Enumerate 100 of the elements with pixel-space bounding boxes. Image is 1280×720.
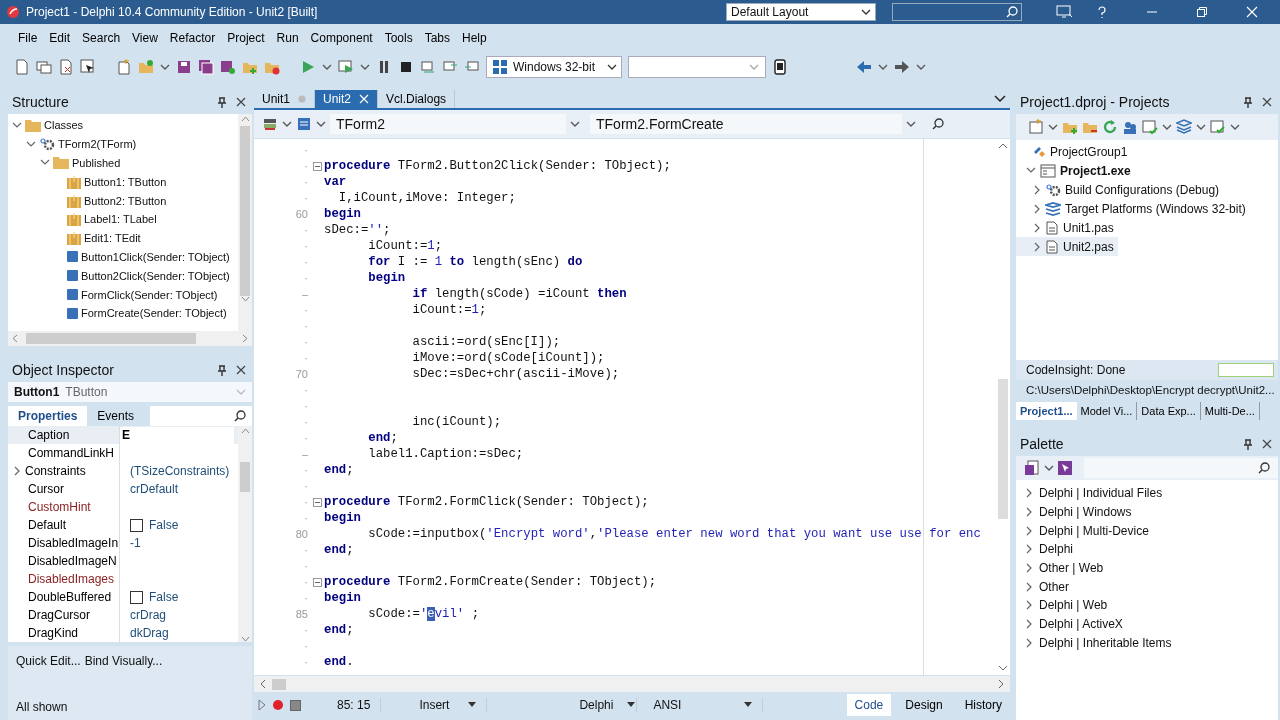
chevron-down-icon[interactable] [861, 8, 871, 16]
checklist-icon[interactable] [1210, 119, 1226, 135]
fold-icon[interactable] [312, 577, 322, 587]
tab[interactable]: History [956, 694, 1010, 716]
chevron-down-icon[interactable] [916, 63, 926, 71]
palette-category[interactable]: Delphi | Inheritable Items [1016, 633, 1278, 653]
palette-category[interactable]: Delphi | Windows [1016, 502, 1278, 522]
checkbox[interactable] [130, 518, 143, 532]
chevron-right-icon[interactable] [1034, 184, 1041, 195]
tab[interactable]: Multi-De... [1200, 402, 1260, 420]
chevron-right-icon[interactable] [1026, 525, 1033, 536]
chevron-down-icon[interactable] [994, 95, 1006, 103]
link[interactable]: Quick Edit... [16, 654, 81, 668]
chevron-right-icon[interactable] [1026, 544, 1033, 555]
close-icon[interactable] [1262, 97, 1272, 107]
tree-item[interactable]: TForm2(TForm) [8, 134, 141, 154]
palette-category[interactable]: Other | Web [1016, 558, 1278, 578]
help-icon[interactable] [1096, 6, 1108, 18]
chevron-down-icon[interactable] [26, 140, 36, 148]
open-project-icon[interactable] [220, 59, 236, 75]
chevron-down-icon[interactable] [360, 63, 370, 71]
chevron-right-icon[interactable] [1026, 581, 1033, 592]
chevron-right-icon[interactable] [1026, 563, 1033, 574]
refresh-icon[interactable] [1102, 119, 1118, 135]
new-file-icon[interactable] [14, 59, 30, 75]
chevron-down-icon[interactable] [316, 120, 326, 128]
scroll-thumb[interactable] [26, 333, 196, 344]
method-dropdown[interactable]: TForm2.FormCreate [590, 114, 902, 134]
layout-dropdown[interactable]: Default Layout [726, 3, 876, 21]
tree-item[interactable]: FormCreate(Sender: TObject) [8, 303, 231, 323]
tree-item[interactable]: Button1Click(Sender: TObject) [8, 247, 234, 267]
chevron-right-icon[interactable] [1026, 637, 1033, 648]
fold-icon[interactable] [312, 161, 322, 171]
close-icon[interactable] [236, 97, 246, 107]
chevron-down-icon[interactable] [607, 63, 618, 71]
form-icon[interactable] [296, 116, 312, 132]
palette-category[interactable]: Delphi [1016, 540, 1278, 559]
platform-dropdown[interactable]: Windows 32-bit [486, 56, 622, 78]
tab[interactable]: Data Exp... [1137, 402, 1201, 420]
tree-item[interactable]: Target Platforms (Windows 32-bit) [1016, 199, 1250, 218]
menu-item[interactable]: Component [304, 31, 379, 45]
search-icon[interactable] [1258, 462, 1270, 474]
menu-item[interactable]: View [126, 31, 164, 45]
status-dropdown[interactable]: ANSI [643, 698, 764, 712]
search-icon[interactable] [932, 118, 944, 130]
run-without-debugging-icon[interactable] [338, 59, 354, 75]
chevron-down-icon[interactable] [1044, 464, 1054, 472]
status-dropdown[interactable]: Delphi [569, 698, 638, 712]
chevron-down-icon[interactable] [1162, 123, 1172, 131]
record-icon[interactable] [272, 699, 284, 711]
chevron-down-icon[interactable] [12, 121, 22, 129]
deploy-icon[interactable] [1056, 5, 1074, 19]
tree-item[interactable]: FormClick(Sender: TObject) [8, 285, 222, 304]
pin-icon[interactable] [218, 96, 226, 108]
layers-icon[interactable] [1176, 119, 1192, 135]
palette-icon[interactable] [1024, 460, 1040, 476]
chevron-down-icon[interactable] [570, 120, 580, 128]
save-all-icon[interactable] [198, 59, 214, 75]
close-icon[interactable] [236, 365, 246, 375]
fold-icon[interactable] [312, 497, 322, 507]
users-icon[interactable] [1122, 119, 1138, 135]
chevron-down-icon[interactable] [322, 63, 332, 71]
pin-icon[interactable] [1244, 438, 1252, 450]
search-field[interactable] [1084, 458, 1278, 478]
chevron-down-icon[interactable] [1048, 123, 1058, 131]
menu-item[interactable]: Tabs [418, 31, 456, 45]
chevron-right-icon[interactable] [1026, 507, 1033, 518]
tab[interactable]: Project1... [1016, 402, 1077, 420]
pointer-icon[interactable] [1058, 461, 1072, 475]
chevron-down-icon[interactable] [878, 63, 888, 71]
tree-item[interactable]: Published [8, 153, 125, 173]
scroll-down-icon[interactable] [240, 636, 250, 642]
chevron-right-icon[interactable] [1034, 203, 1041, 214]
menu-item[interactable]: Refactor [163, 31, 222, 45]
value-field[interactable]: E [122, 428, 130, 442]
scroll-thumb[interactable] [272, 678, 286, 690]
palette-category[interactable]: Delphi | ActiveX [1016, 614, 1278, 634]
windows-icon[interactable] [36, 59, 52, 75]
palette-category[interactable]: Delphi | Multi-Device [1016, 521, 1278, 541]
chevron-right-icon[interactable] [1026, 600, 1033, 611]
tab[interactable]: Events [87, 406, 145, 426]
menu-item[interactable]: Tools [378, 31, 419, 45]
search-icon[interactable] [234, 410, 246, 422]
menu-item[interactable]: Edit [43, 31, 77, 45]
tab[interactable]: Vcl.Dialogs [378, 90, 456, 108]
checkbox[interactable] [130, 590, 143, 604]
menu-item[interactable]: Run [270, 31, 305, 45]
device-icon[interactable] [772, 59, 788, 75]
components-icon[interactable] [262, 116, 278, 132]
chevron-right-icon[interactable] [1026, 488, 1033, 499]
scroll-right-icon[interactable] [242, 334, 248, 343]
chevron-down-icon[interactable] [40, 159, 50, 167]
status-dropdown[interactable]: Insert [387, 698, 488, 712]
scroll-left-icon[interactable] [260, 679, 266, 689]
chevron-down-icon[interactable] [282, 120, 292, 128]
tab[interactable]: Properties [8, 406, 88, 426]
scroll-up-icon[interactable] [998, 143, 1008, 149]
scroll-down-icon[interactable] [240, 296, 250, 302]
forward-arrow-icon[interactable] [894, 59, 910, 75]
back-arrow-icon[interactable] [856, 59, 872, 75]
